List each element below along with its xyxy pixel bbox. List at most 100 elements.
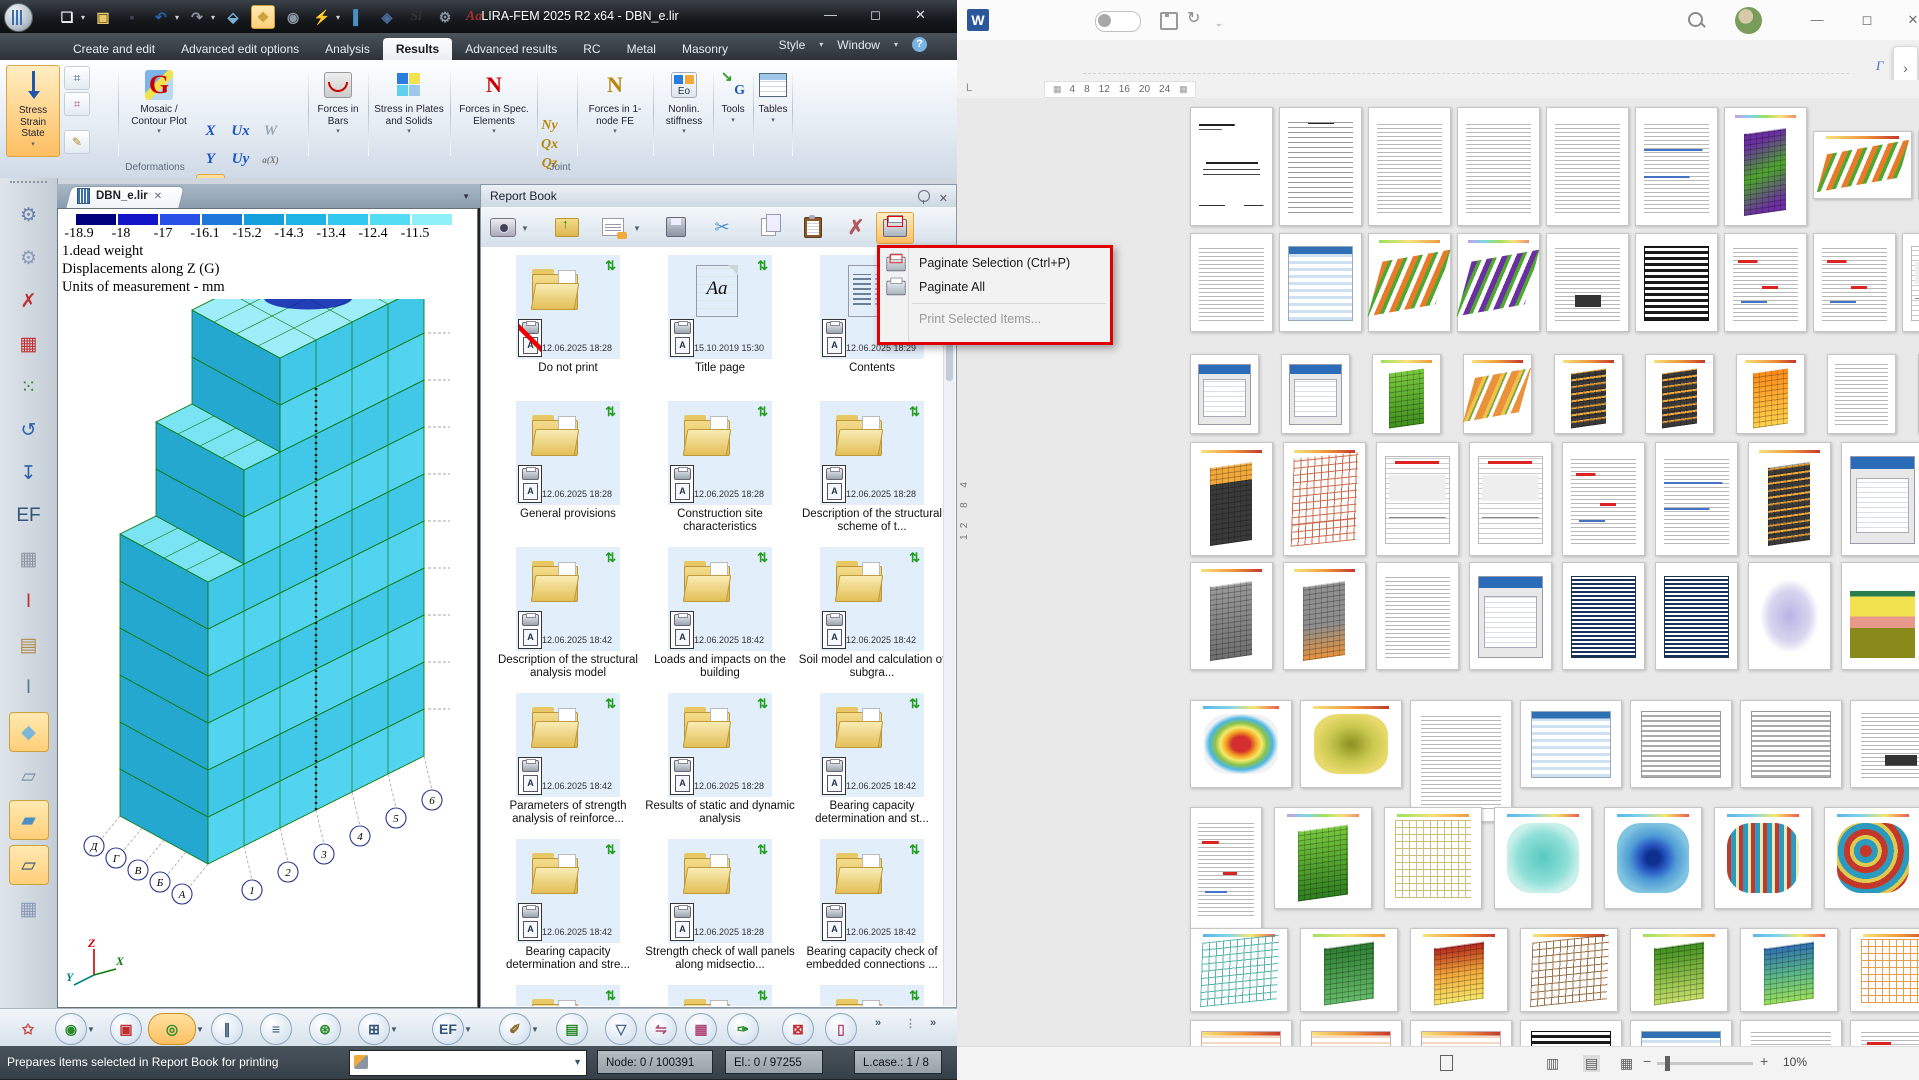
zoom-slider[interactable] [1657, 1062, 1753, 1065]
filter-button[interactable]: ▽ [605, 1013, 637, 1045]
lira-minimize-button[interactable]: — [808, 0, 853, 33]
select-ef-button[interactable]: EF [432, 1013, 464, 1045]
page-thumbnail[interactable] [1283, 562, 1366, 670]
box-fragment-button[interactable]: ▯ [825, 1013, 857, 1045]
tab-masonry[interactable]: Masonry [669, 38, 741, 60]
rotate-model-button[interactable]: ↺ [10, 411, 48, 449]
delete-button[interactable]: ✗ [841, 212, 871, 242]
page-thumbnail[interactable] [1655, 562, 1738, 670]
lira-maximize-button[interactable]: ◻ [853, 0, 898, 33]
snapshot-dropdown-icon[interactable]: ▼ [521, 224, 529, 233]
stress-plates-button[interactable]: Stress in Plates and Solids▾ [372, 65, 446, 135]
report-item[interactable]: ⇅A12.06.2025 18:28Description of the str… [797, 401, 944, 534]
edit-gears-2-button[interactable]: ⚙ [10, 239, 48, 277]
report-book-button[interactable]: ▤ [556, 1013, 588, 1045]
tab-metal[interactable]: Metal [614, 38, 669, 60]
zoom-level[interactable]: 10% [1783, 1055, 1807, 1069]
forces-spec-button[interactable]: NForces in Spec. Elements▾ [454, 65, 534, 135]
page-thumbnail[interactable] [1300, 928, 1398, 1012]
page-thumbnail[interactable] [1520, 1020, 1622, 1046]
model-viewport[interactable]: -18.9-18-17-16.1-15.2-14.3-13.4-12.4-11.… [57, 208, 478, 1008]
page-thumbnail[interactable] [1827, 354, 1896, 434]
page-thumbnail[interactable] [1457, 233, 1540, 332]
renumber-elements-button[interactable]: ▦ [10, 325, 48, 363]
page-thumbnail[interactable] [1902, 233, 1919, 332]
toolbar-overflow-icon[interactable]: » [875, 1017, 881, 1029]
report-item[interactable]: Aa⇅A15.10.2019 15:30Title page [645, 255, 795, 375]
edit-gears-button[interactable]: ⚙ [10, 196, 48, 234]
delete-table-button[interactable]: ⊠ [782, 1013, 814, 1045]
open-file-button[interactable]: ▣ [92, 6, 114, 28]
report-item-canvas[interactable]: ⇅ [516, 985, 620, 1006]
page-thumbnail[interactable] [1850, 928, 1919, 1012]
menu-window[interactable]: Window [837, 38, 880, 52]
toolbar-grip[interactable] [10, 181, 47, 191]
select-frame-button[interactable]: ▣ [110, 1013, 142, 1045]
page-thumbnail[interactable] [1546, 107, 1629, 226]
page-thumbnail[interactable] [1554, 354, 1623, 434]
page-thumbnail[interactable] [1655, 442, 1738, 556]
select-horizontal-bars-button[interactable]: ≡ [260, 1013, 292, 1045]
tools-button[interactable]: Tools▾ [716, 65, 750, 124]
save-report-button[interactable] [661, 212, 691, 242]
plate-table-button[interactable]: ▱ [10, 757, 48, 795]
report-item-canvas[interactable]: ⇅A12.06.2025 18:42 [820, 547, 924, 651]
bar-3d-button[interactable]: ▰ [9, 800, 49, 840]
page-thumbnail[interactable] [1748, 442, 1831, 556]
toolbar-overflow-icon-2[interactable]: » [930, 1017, 936, 1029]
page-thumbnail[interactable] [1190, 107, 1273, 226]
component-ux[interactable]: Ux [226, 118, 255, 145]
page-count-icon[interactable] [1440, 1055, 1453, 1071]
plate-layers-button[interactable]: ▤ [10, 626, 48, 664]
page-thumbnail[interactable] [1190, 807, 1262, 929]
page-thumbnail[interactable] [1748, 562, 1831, 670]
report-item-canvas[interactable]: ⇅A12.06.2025 18:28 [668, 693, 772, 797]
report-scrollbar[interactable] [943, 247, 955, 1006]
solid-fe-button[interactable]: ◆ [9, 712, 49, 752]
report-item[interactable]: ⇅A12.06.2025 18:42Bearing capacity check… [797, 839, 944, 972]
frame-result-button[interactable]: ⌗ [64, 66, 90, 90]
web-layout-icon[interactable]: ▦ [1620, 1055, 1633, 1072]
snapshot-button[interactable] [488, 212, 518, 242]
report-item-canvas[interactable]: ⇅A12.06.2025 18:42 [516, 693, 620, 797]
page-thumbnail[interactable] [1469, 442, 1552, 556]
report-item[interactable]: ⇅A12.06.2025 18:28Results of static and … [645, 693, 795, 826]
report-item-canvas[interactable]: ⇅A12.06.2025 18:42 [820, 693, 924, 797]
page-thumbnail[interactable] [1190, 354, 1259, 434]
bar-red-button[interactable]: I [10, 583, 48, 621]
word-close-button[interactable]: ✕ [1891, 0, 1919, 40]
tab-advanced-results[interactable]: Advanced results [452, 38, 570, 60]
tab-rc[interactable]: RC [570, 38, 613, 60]
renumber-nodes-button[interactable]: ⁙ [10, 368, 48, 406]
report-item-canvas[interactable]: ⇅ [820, 985, 924, 1006]
select-vertical-bars-button[interactable]: ∥ [211, 1013, 243, 1045]
pin-icon[interactable] [918, 190, 930, 202]
read-mode-icon[interactable]: ▥ [1546, 1055, 1559, 1072]
page-thumbnail[interactable] [1190, 928, 1288, 1012]
mosaic-contour-button[interactable]: G Mosaic / Contour Plot▾ [126, 65, 192, 157]
redo-button[interactable]: ↷ [186, 6, 208, 28]
measure-button[interactable]: ✐ [499, 1013, 531, 1045]
stress-strain-state-button[interactable]: Stress Strain State▾ [6, 65, 60, 157]
tab-results[interactable]: Results [383, 38, 452, 60]
page-thumbnail[interactable] [1562, 562, 1645, 670]
report-item-partial[interactable]: ⇅ [493, 985, 643, 1006]
print-preview-area[interactable]: 12 8 4 [957, 98, 1919, 1046]
page-thumbnail[interactable] [1274, 807, 1372, 909]
page-thumbnail[interactable] [1630, 700, 1732, 788]
page-thumbnail[interactable] [1368, 107, 1451, 226]
page-thumbnail[interactable] [1376, 442, 1459, 556]
page-thumbnail[interactable] [1283, 442, 1366, 556]
joint-ny[interactable]: Ny [541, 118, 557, 134]
word-minimize-button[interactable]: — [1795, 0, 1839, 40]
forces-in-bars-button[interactable]: Forces in Bars▾ [312, 65, 364, 135]
page-thumbnail[interactable] [1372, 354, 1441, 434]
page-thumbnail[interactable] [1279, 107, 1362, 226]
report-item-canvas[interactable]: ⇅A12.06.2025 18:28 [668, 401, 772, 505]
page-thumbnail[interactable] [1494, 807, 1592, 909]
page-thumbnail[interactable] [1724, 233, 1807, 332]
page-thumbnail[interactable] [1813, 233, 1896, 332]
avatar[interactable] [1735, 7, 1762, 34]
report-item[interactable]: ⇅A12.06.2025 18:42Description of the str… [493, 547, 643, 680]
page-thumbnail[interactable] [1376, 562, 1459, 670]
